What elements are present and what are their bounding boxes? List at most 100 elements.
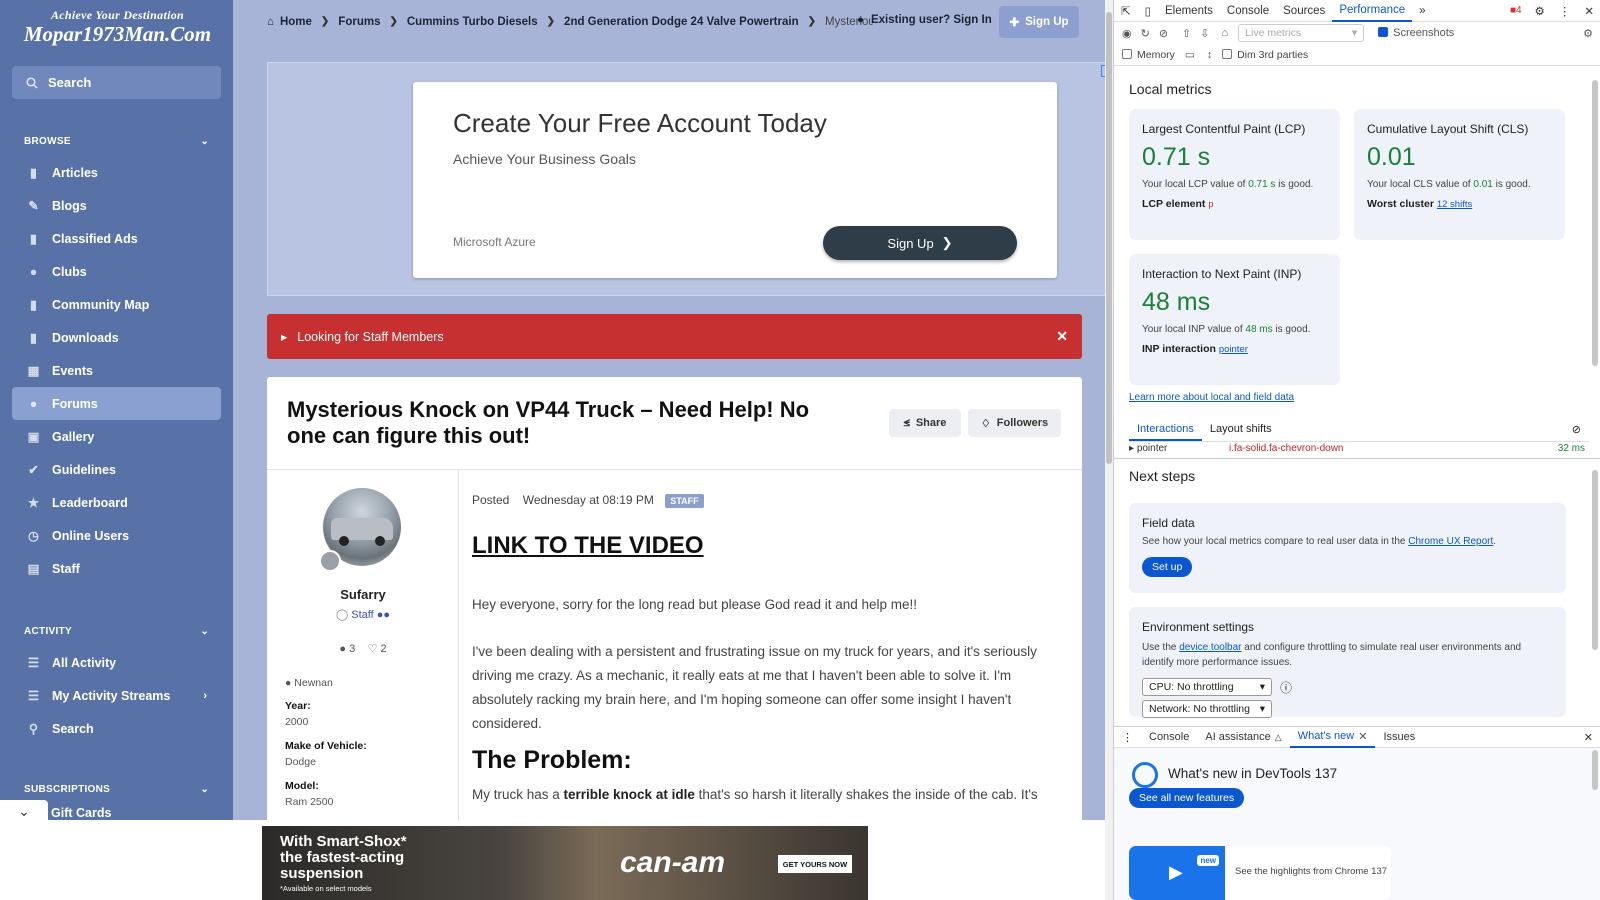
sidebar-item-articles[interactable]: ▮ Articles <box>12 156 221 189</box>
sidebar-item-classified-ads[interactable]: ▮ Classified Ads <box>12 222 221 255</box>
interaction-row[interactable]: ▸ pointer i.fa-solid.fa-chevron-down 32 … <box>1129 443 1589 453</box>
sidebar-item-leaderboard[interactable]: ★ Leaderboard <box>12 486 221 519</box>
tab-performance[interactable]: Performance <box>1332 0 1413 22</box>
breadcrumb-2nd-gen[interactable]: 2nd Generation Dodge 24 Valve Powertrain <box>564 16 799 28</box>
learn-more-link[interactable]: Learn more about local and field data <box>1129 392 1294 403</box>
chevron-right-icon: ❯ <box>389 16 398 27</box>
upload-icon[interactable]: ⇧ <box>1182 27 1191 40</box>
sidebar-item-community-map[interactable]: ▮ Community Map <box>12 288 221 321</box>
drawer-tab-console[interactable]: Console <box>1141 727 1197 748</box>
panel-scrollbar[interactable] <box>1592 470 1598 650</box>
setup-button[interactable]: Set up <box>1142 557 1193 577</box>
settings-gear-icon[interactable]: ⚙ <box>1528 0 1552 22</box>
sidebar-search[interactable]: Search <box>12 66 221 99</box>
clear-icon[interactable]: ⊘ <box>1564 420 1589 441</box>
ad-banner: Create Your Free Account Today Achieve Y… <box>267 62 1112 296</box>
pane-divider[interactable] <box>1114 458 1600 459</box>
drawer-tab-whats-new[interactable]: What's new ✕ <box>1289 727 1376 748</box>
sidebar-item-guidelines[interactable]: ✔ Guidelines <box>12 453 221 486</box>
sidebar-item-blogs[interactable]: ✎ Blogs <box>12 189 221 222</box>
sidebar-item-my-activity-streams[interactable]: ☰ My Activity Streams › <box>12 679 221 712</box>
download-icon[interactable]: ⇩ <box>1200 27 1209 40</box>
garbage-collect-icon[interactable]: ▭ <box>1185 49 1195 61</box>
section-subscriptions[interactable]: SUBSCRIPTIONS ⌄ <box>0 782 233 796</box>
recording-select[interactable]: Live metrics ▾ <box>1238 24 1365 42</box>
sidebar-item-online-users[interactable]: ◷ Online Users <box>12 519 221 552</box>
inp-interaction-row: INP interaction pointer <box>1142 343 1327 355</box>
checkbox-label: Memory <box>1137 48 1175 61</box>
close-drawer-icon[interactable]: ✕ <box>1576 727 1600 748</box>
video-thumbnail[interactable]: ▶ new <box>1129 846 1225 900</box>
tab-console[interactable]: Console <box>1220 0 1276 22</box>
announcement-text[interactable]: Looking for Staff Members <box>297 330 443 344</box>
breadcrumb-forums[interactable]: Forums <box>338 16 380 28</box>
sidebar-item-events[interactable]: ▦ Events <box>12 354 221 387</box>
followers-button[interactable]: ♢ Followers <box>968 409 1061 437</box>
sidebar-item-forums[interactable]: ● Forums <box>12 387 221 420</box>
posted-date[interactable]: Wednesday at 08:19 PM <box>523 493 654 507</box>
page-scrollbar[interactable] <box>1105 0 1113 900</box>
issues-badge[interactable]: ■4 <box>1510 5 1522 16</box>
clear-icon[interactable]: ⊘ <box>1159 27 1168 40</box>
tab-sources[interactable]: Sources <box>1276 0 1332 22</box>
sidebar-item-all-activity[interactable]: ☰ All Activity <box>12 646 221 679</box>
network-throttling-select[interactable]: Network: No throttling ▾ <box>1142 700 1272 718</box>
reload-icon[interactable]: ↻ <box>1141 27 1150 40</box>
memory-checkbox[interactable]: Memory <box>1122 48 1175 61</box>
settings-gear-icon[interactable]: ⚙ <box>1583 27 1593 40</box>
screenshots-checkbox[interactable]: Screenshots <box>1378 27 1454 39</box>
sidebar-item-search[interactable]: ⚲ Search <box>12 712 221 745</box>
shortcut-icon[interactable]: ↕ <box>1207 49 1212 61</box>
drawer-tab-issues[interactable]: Issues <box>1375 727 1423 748</box>
bottom-ad-cta[interactable]: GET YOURS NOW <box>778 855 852 873</box>
cpu-throttling-select[interactable]: CPU: No throttling ▾ <box>1142 678 1272 696</box>
interaction-target: i.fa-solid.fa-chevron-down <box>1229 443 1344 453</box>
interaction-link[interactable]: pointer <box>1219 344 1248 355</box>
breadcrumb-cummins[interactable]: Cummins Turbo Diesels <box>407 16 538 28</box>
author-name[interactable]: Sufarry <box>267 587 459 602</box>
more-tabs-icon[interactable]: » <box>1412 0 1432 22</box>
sidebar-item-label: Community Map <box>52 297 150 312</box>
breadcrumb-home[interactable]: ⌂ Home <box>267 16 312 28</box>
site-logo[interactable]: Achieve Your Destination Mopar1973Man.Co… <box>15 8 220 48</box>
crux-link[interactable]: Chrome UX Report <box>1408 536 1493 547</box>
share-button[interactable]: ⪬ Share <box>889 409 961 437</box>
close-icon[interactable]: ✕ <box>1056 328 1068 345</box>
signin-link[interactable]: ● Existing user? Sign In <box>857 14 992 26</box>
tab-elements[interactable]: Elements <box>1158 0 1220 22</box>
field-label: Year: <box>285 700 311 712</box>
inspect-icon[interactable]: ⇱ <box>1114 0 1138 22</box>
ad-signup-button[interactable]: Sign Up ❯ <box>823 226 1017 260</box>
tab-interactions[interactable]: Interactions <box>1129 420 1202 441</box>
section-activity[interactable]: ACTIVITY ⌄ <box>0 624 233 638</box>
video-link[interactable]: LINK TO THE VIDEO <box>472 532 704 560</box>
lcp-element-link[interactable]: p <box>1208 199 1213 209</box>
record-icon[interactable]: ◉ <box>1122 27 1132 40</box>
sidebar-item-clubs[interactable]: ● Clubs <box>12 255 221 288</box>
signup-button[interactable]: ✚ Sign Up <box>999 6 1079 38</box>
info-icon[interactable]: ⓘ <box>1280 679 1292 696</box>
cluster-link[interactable]: 12 shifts <box>1437 199 1472 210</box>
device-toolbar-link[interactable]: device toolbar <box>1179 642 1241 653</box>
see-all-features-button[interactable]: See all new features <box>1129 788 1245 808</box>
scrollbar-thumb[interactable] <box>1106 12 1112 464</box>
kebab-menu-icon[interactable]: ⋮ <box>1114 727 1141 748</box>
drawer-tab-ai-assistance[interactable]: AI assistance △ <box>1197 727 1289 748</box>
sidebar-item-gallery[interactable]: ▣ Gallery <box>12 420 221 453</box>
sidebar-item-staff[interactable]: ▤ Staff <box>12 552 221 585</box>
sidebar-collapse-button[interactable]: ⌄ <box>0 800 48 820</box>
highlight-card[interactable]: ▶ new See the highlights from Chrome 137 <box>1129 846 1391 900</box>
close-icon[interactable]: ✕ <box>1577 0 1600 22</box>
device-toolbar-icon[interactable]: ▯ <box>1138 0 1158 22</box>
section-browse[interactable]: BROWSE ⌄ <box>0 134 233 148</box>
drawer-scrollbar[interactable] <box>1592 750 1598 790</box>
bottom-ad[interactable]: With Smart-Shox* the fastest-acting susp… <box>262 826 868 900</box>
dim-checkbox[interactable]: Dim 3rd parties <box>1222 48 1308 61</box>
home-icon[interactable]: ⌂ <box>1221 27 1228 39</box>
close-icon[interactable]: ✕ <box>1358 730 1367 743</box>
sidebar-item-downloads[interactable]: ▮ Downloads <box>12 321 221 354</box>
tab-layout-shifts[interactable]: Layout shifts <box>1202 420 1280 441</box>
panel-scrollbar[interactable] <box>1592 80 1598 366</box>
ad-card[interactable]: Create Your Free Account Today Achieve Y… <box>413 82 1057 278</box>
kebab-menu-icon[interactable]: ⋮ <box>1552 0 1578 22</box>
